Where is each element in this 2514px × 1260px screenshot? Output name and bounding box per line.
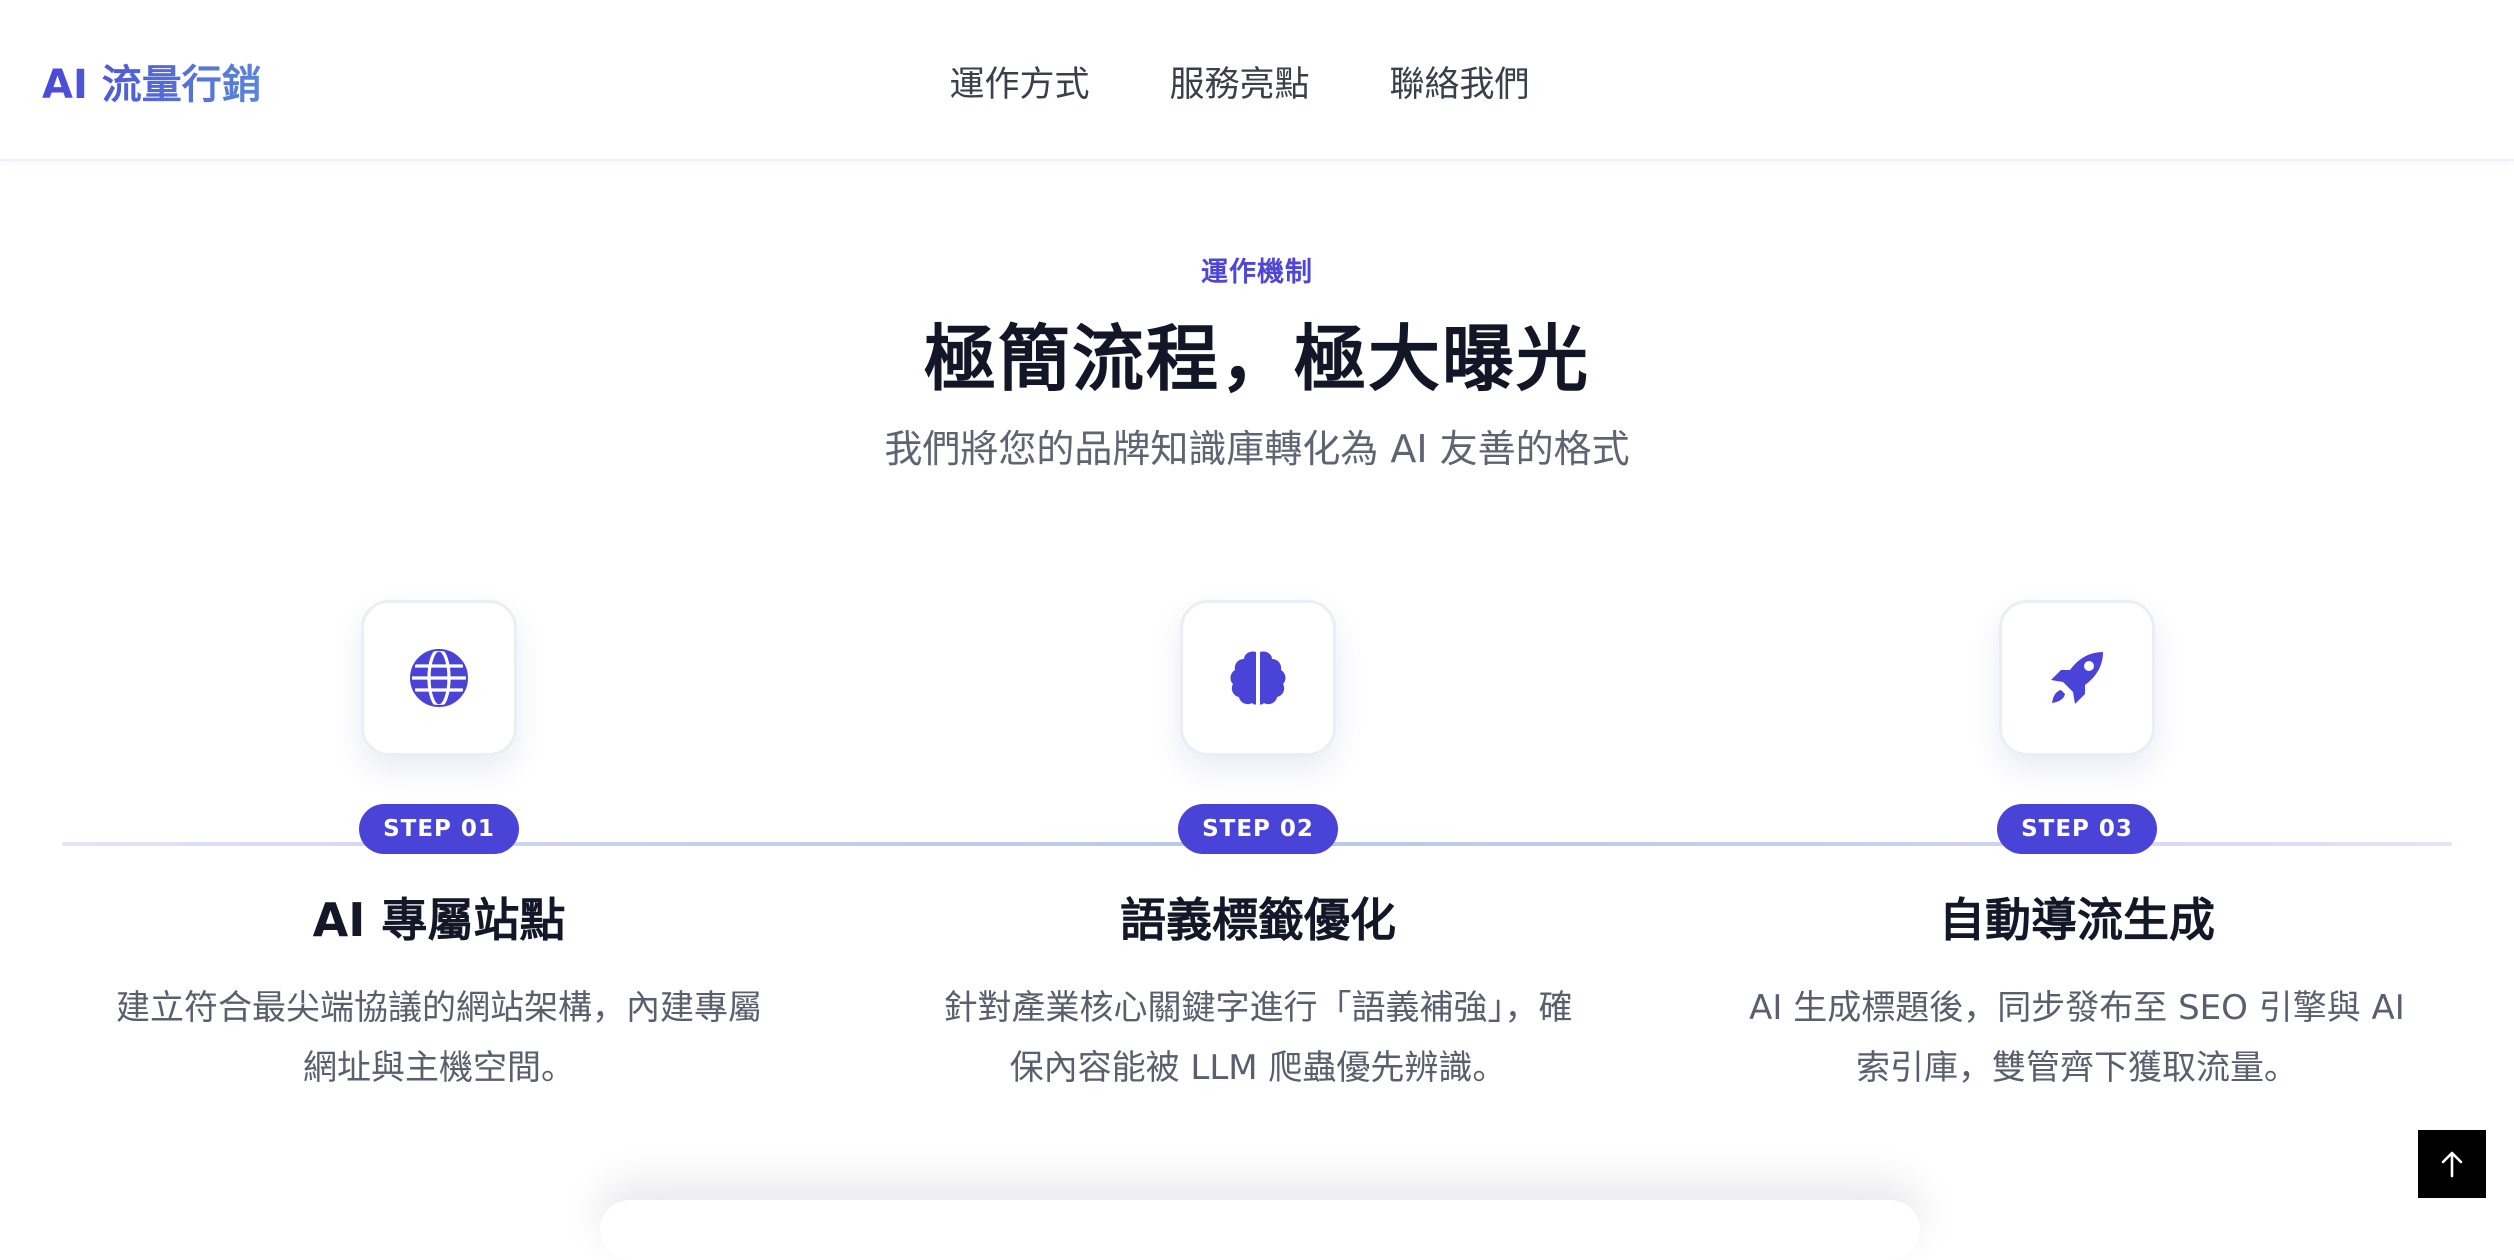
- step-description: AI 生成標題後，同步發布至 SEO 引擎與 AI 索引庫，雙管齊下獲取流量。: [1727, 978, 2427, 1098]
- primary-nav: 運作方式 服務亮點 聯絡我們: [0, 56, 2514, 107]
- step-description: 針對產業核心關鍵字進行「語義補強」，確 保內容能被 LLM 爬蟲優先辨識。: [908, 978, 1608, 1098]
- back-to-top-button[interactable]: [2416, 1128, 2488, 1200]
- nav-link-contact[interactable]: 聯絡我們: [1390, 56, 1530, 107]
- section-title: 極簡流程，極大曝光: [923, 317, 1590, 401]
- step-description-line: 保內容能被 LLM 爬蟲優先辨識。: [1009, 1048, 1507, 1088]
- step-card-1: STEP 01 AI 專屬站點 建立符合最尖端協議的網站架構，內建專屬 網址與主…: [59, 600, 819, 1098]
- globe-icon: [410, 648, 468, 708]
- step-description-line: AI 生成標題後，同步發布至 SEO 引擎與 AI: [1749, 988, 2405, 1028]
- section-subtitle: 我們將您的品牌知識庫轉化為 AI 友善的格式: [884, 427, 1630, 471]
- step-card-2: STEP 02 語義標籤優化 針對產業核心關鍵字進行「語義補強」，確 保內容能被…: [878, 600, 1638, 1098]
- step-description: 建立符合最尖端協議的網站架構，內建專屬 網址與主機空間。: [89, 978, 789, 1098]
- step-icon-box: [361, 600, 517, 756]
- step-title: 語義標籤優化: [1120, 893, 1396, 947]
- step-description-line: 索引庫，雙管齊下獲取流量。: [1856, 1048, 2298, 1088]
- step-description-line: 建立符合最尖端協議的網站架構，內建專屬: [116, 988, 762, 1028]
- arrow-up-icon: [2441, 1151, 2463, 1178]
- section-eyebrow: 運作機制: [1201, 257, 1313, 288]
- step-badge: STEP 03: [1997, 804, 2157, 854]
- next-section-card-edge: [600, 1200, 1920, 1260]
- step-badge: STEP 01: [359, 804, 519, 854]
- step-icon-box: [1999, 600, 2155, 756]
- nav-link-how-it-works[interactable]: 運作方式: [949, 56, 1089, 107]
- step-title: 自動導流生成: [1939, 893, 2215, 947]
- step-description-line: 針對產業核心關鍵字進行「語義補強」，確: [943, 988, 1573, 1028]
- nav-link-highlights[interactable]: 服務亮點: [1169, 56, 1309, 107]
- step-card-3: STEP 03 自動導流生成 AI 生成標題後，同步發布至 SEO 引擎與 AI…: [1697, 600, 2457, 1098]
- brain-icon: [1230, 651, 1286, 705]
- step-badge: STEP 02: [1178, 804, 1338, 854]
- rocket-icon: [2051, 652, 2103, 704]
- step-title: AI 專屬站點: [312, 893, 566, 947]
- step-description-line: 網址與主機空間。: [303, 1048, 575, 1088]
- top-navbar: AI 流量行銷 運作方式 服務亮點 聯絡我們: [0, 0, 2514, 161]
- step-icon-box: [1180, 600, 1336, 756]
- primary-nav-items: 運作方式 服務亮點 聯絡我們: [949, 56, 1529, 107]
